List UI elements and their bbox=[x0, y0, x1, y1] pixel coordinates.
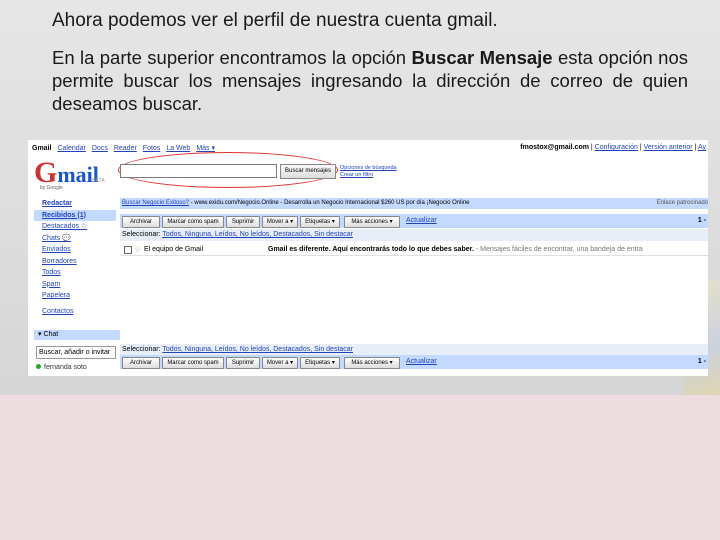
logo-beta: BETA bbox=[92, 178, 105, 184]
sponsored-label: Enlace patrocinado bbox=[656, 200, 708, 206]
archive-button-bottom[interactable]: Archivar bbox=[122, 357, 160, 369]
select-options[interactable]: Todos, Ninguna, Leídos, No leídos, Desta… bbox=[162, 231, 353, 238]
logo-by-google: by Google bbox=[40, 185, 63, 191]
more-actions-button[interactable]: Más acciones ▾ bbox=[344, 216, 400, 228]
slide-paragraph: En la parte superior encontramos la opci… bbox=[52, 46, 688, 115]
more-actions-button-bottom[interactable]: Más acciones ▾ bbox=[344, 357, 400, 369]
gmail-nav: Gmail Calendar Docs Reader Fotos La Web Más ▾ bbox=[32, 144, 221, 152]
mail-main: Buscar Negocio Exitoso? - www.exidu.com/… bbox=[120, 198, 708, 376]
sidebar-item-chats[interactable]: Chats 💬 bbox=[34, 233, 116, 245]
star-icon[interactable]: ☆ bbox=[134, 244, 141, 255]
message-snippet: - Mensajes fáciles de encontrar, una ban… bbox=[473, 246, 643, 253]
sidebar-item-sent[interactable]: Enviados bbox=[34, 244, 116, 256]
sponsored-text: - www.exidu.com/Negocio.Online - Desarro… bbox=[189, 200, 470, 206]
search-input[interactable] bbox=[120, 164, 277, 178]
search-mail-button[interactable]: Buscar mensajes bbox=[280, 164, 336, 179]
create-filter-link[interactable]: Crear un filtro bbox=[340, 172, 397, 179]
select-label: Seleccionar: bbox=[122, 231, 163, 238]
labels-button[interactable]: Etiquetas ▾ bbox=[300, 216, 340, 228]
nav-calendar[interactable]: Calendar bbox=[57, 145, 85, 152]
message-count-bottom: 1 - bbox=[697, 358, 706, 365]
refresh-link[interactable]: Actualizar bbox=[406, 217, 437, 224]
para-text: En la parte superior encontramos la opci… bbox=[52, 47, 412, 68]
online-status-icon bbox=[36, 364, 41, 369]
search-links: Opciones de búsqueda Crear un filtro bbox=[340, 165, 397, 179]
delete-button[interactable]: Suprimir bbox=[226, 216, 260, 228]
sponsored-link-bar: Buscar Negocio Exitoso? - www.exidu.com/… bbox=[120, 198, 708, 209]
sponsored-link[interactable]: Buscar Negocio Exitoso? bbox=[122, 200, 189, 206]
chat-contact-name: fernanda soto bbox=[44, 364, 87, 371]
sidebar-item-trash[interactable]: Papelera bbox=[34, 290, 116, 302]
message-checkbox[interactable] bbox=[124, 246, 132, 254]
sidebar-item-spam[interactable]: Spam bbox=[34, 279, 116, 291]
chat-search-input[interactable]: Buscar, añadir o invitar bbox=[36, 346, 116, 359]
slide-title: Ahora podemos ver el perfil de nuestra c… bbox=[52, 10, 498, 31]
select-options-bottom[interactable]: Todos, Ninguna, Leídos, No leídos, Desta… bbox=[162, 346, 353, 353]
delete-button-bottom[interactable]: Suprimir bbox=[226, 357, 260, 369]
sidebar: Redactar Recibidos (1) Destacados ☆ Chat… bbox=[34, 198, 116, 317]
para-bold: Buscar Mensaje bbox=[411, 47, 553, 68]
gmail-logo[interactable]: Gmail by Google BETA bbox=[34, 156, 114, 192]
archive-button[interactable]: Archivar bbox=[122, 216, 160, 228]
mail-toolbar-bottom: Archivar Marcar como spam Suprimir Mover… bbox=[120, 355, 708, 369]
older-version-link[interactable]: Versión anterior bbox=[644, 144, 693, 151]
select-label-bottom: Seleccionar: bbox=[122, 346, 163, 353]
settings-link[interactable]: Configuración bbox=[595, 144, 638, 151]
sidebar-item-inbox[interactable]: Recibidos (1) bbox=[34, 209, 116, 221]
table-row[interactable]: ☆ El equipo de Gmail Gmail es diferente.… bbox=[120, 244, 708, 256]
nav-reader[interactable]: Reader bbox=[114, 145, 137, 152]
move-to-button-bottom[interactable]: Mover a ▾ bbox=[262, 357, 298, 369]
refresh-link-bottom[interactable]: Actualizar bbox=[406, 358, 437, 365]
help-link[interactable]: Ay bbox=[698, 144, 706, 151]
sidebar-item-drafts[interactable]: Borradores bbox=[34, 256, 116, 268]
nav-gmail[interactable]: Gmail bbox=[32, 145, 51, 152]
account-email: fmostox@gmail.com bbox=[520, 144, 589, 151]
message-sender: El equipo de Gmail bbox=[144, 246, 204, 253]
search-options-link[interactable]: Opciones de búsqueda bbox=[340, 165, 397, 172]
message-subject-text: Gmail es diferente. Aquí encontrarás tod… bbox=[268, 246, 474, 253]
report-spam-button-bottom[interactable]: Marcar como spam bbox=[162, 357, 224, 369]
slide-footer-band bbox=[0, 395, 720, 540]
nav-docs[interactable]: Docs bbox=[92, 145, 108, 152]
sidebar-item-contacts[interactable]: Contactos bbox=[34, 306, 116, 318]
chat-contact[interactable]: fernanda soto bbox=[36, 364, 87, 371]
sidebar-item-starred[interactable]: Destacados ☆ bbox=[34, 221, 116, 233]
select-row-top: Seleccionar: Todos, Ninguna, Leídos, No … bbox=[120, 229, 708, 241]
report-spam-button[interactable]: Marcar como spam bbox=[162, 216, 224, 228]
gmail-screenshot: Gmail Calendar Docs Reader Fotos La Web Más ▾ … bbox=[28, 140, 708, 376]
gmail-topbar: Gmail Calendar Docs Reader Fotos La Web Más ▾ … bbox=[28, 140, 708, 154]
labels-button-bottom[interactable]: Etiquetas ▾ bbox=[300, 357, 340, 369]
message-subject: Gmail es diferente. Aquí encontrarás tod… bbox=[268, 244, 643, 255]
account-bar: fmostox@gmail.com | Configuración | Vers… bbox=[520, 144, 706, 151]
sidebar-item-all[interactable]: Todos bbox=[34, 267, 116, 279]
mail-toolbar-top: Archivar Marcar como spam Suprimir Mover… bbox=[120, 214, 708, 228]
nav-fotos[interactable]: Fotos bbox=[143, 145, 161, 152]
nav-more[interactable]: Más ▾ bbox=[196, 145, 215, 152]
move-to-button[interactable]: Mover a ▾ bbox=[262, 216, 298, 228]
nav-web[interactable]: La Web bbox=[166, 145, 190, 152]
message-count: 1 - bbox=[697, 217, 706, 224]
sidebar-item-compose[interactable]: Redactar bbox=[34, 198, 116, 210]
chat-header[interactable]: ▾ Chat bbox=[34, 330, 120, 340]
